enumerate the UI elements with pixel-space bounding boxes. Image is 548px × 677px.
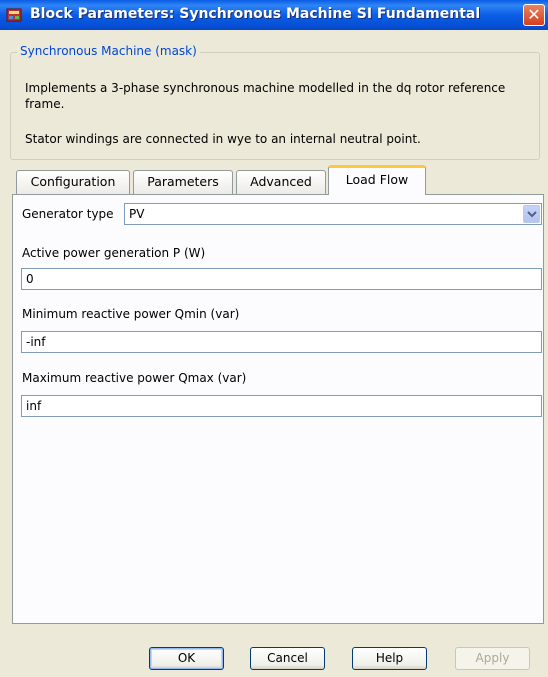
window-title: Block Parameters: Synchronous Machine SI… bbox=[30, 6, 481, 22]
ok-button[interactable]: OK bbox=[149, 647, 224, 670]
mask-description-wiring: Stator windings are connected in wye to … bbox=[25, 132, 421, 146]
tab-parameters[interactable]: Parameters bbox=[133, 170, 233, 194]
generator-type-select[interactable]: PV bbox=[124, 203, 542, 225]
active-power-input[interactable]: 0 bbox=[21, 268, 542, 290]
tab-configuration[interactable]: Configuration bbox=[16, 170, 130, 194]
tab-load-flow[interactable]: Load Flow bbox=[328, 165, 426, 195]
qmax-label: Maximum reactive power Qmax (var) bbox=[22, 371, 247, 385]
simulink-block-icon bbox=[6, 7, 22, 23]
help-button[interactable]: Help bbox=[352, 647, 427, 670]
mask-description: Implements a 3-phase synchronous machine… bbox=[25, 81, 506, 111]
tab-advanced[interactable]: Advanced bbox=[236, 170, 326, 194]
generator-type-label: Generator type bbox=[22, 207, 114, 221]
block-parameters-dialog: Block Parameters: Synchronous Machine SI… bbox=[0, 0, 548, 677]
dropdown-button[interactable] bbox=[523, 205, 540, 223]
active-power-label: Active power generation P (W) bbox=[22, 246, 206, 260]
qmax-input[interactable]: inf bbox=[21, 395, 542, 417]
cancel-button[interactable]: Cancel bbox=[250, 647, 325, 670]
generator-type-value: PV bbox=[129, 207, 145, 221]
qmin-label: Minimum reactive power Qmin (var) bbox=[22, 307, 240, 321]
apply-button[interactable]: Apply bbox=[455, 647, 530, 670]
group-title: Synchronous Machine (mask) bbox=[17, 44, 200, 58]
chevron-down-icon bbox=[527, 211, 537, 218]
close-icon: ✕ bbox=[527, 5, 541, 24]
close-button[interactable]: ✕ bbox=[523, 4, 545, 26]
qmin-input[interactable]: -inf bbox=[21, 331, 542, 353]
title-bar[interactable]: Block Parameters: Synchronous Machine SI… bbox=[0, 0, 548, 30]
